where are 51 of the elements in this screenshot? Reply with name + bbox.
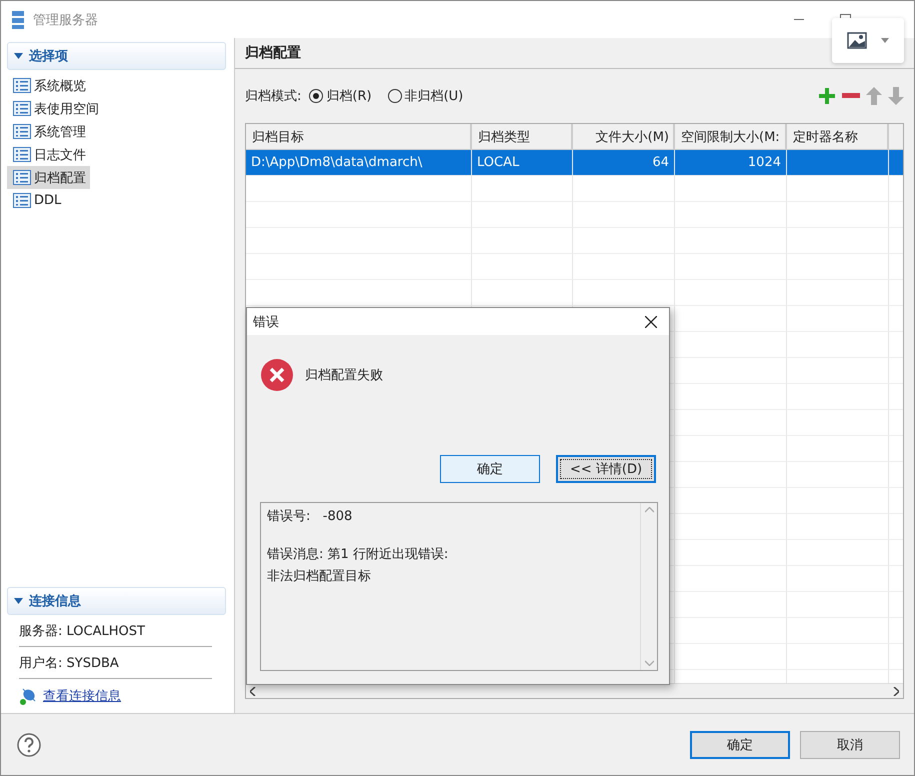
sidebar-item[interactable]: DDL	[7, 189, 66, 212]
panel-title: 归档配置	[245, 44, 301, 62]
image-menu-button[interactable]	[832, 18, 904, 63]
close-icon[interactable]	[645, 316, 657, 328]
remove-icon[interactable]	[842, 93, 860, 99]
dialog-button[interactable]: << 详情(D)	[556, 455, 656, 483]
mode-radio[interactable]: 非归档(U)	[388, 87, 464, 105]
dialog-button[interactable]: 确定	[440, 455, 540, 483]
mode-radio[interactable]: 归档(R)	[309, 87, 372, 105]
list-icon	[13, 101, 31, 116]
table-row[interactable]: D:\App\Dm8\data\dmarch\ LOCAL 64 1024	[246, 150, 903, 176]
help-icon[interactable]	[17, 732, 41, 756]
footer-button[interactable]: 取消	[800, 730, 900, 758]
scroll-left-icon[interactable]	[250, 686, 256, 696]
collapse-icon[interactable]	[14, 598, 23, 604]
list-icon	[13, 124, 31, 139]
scroll-up-icon[interactable]	[644, 507, 654, 513]
sidebar-item[interactable]: 系统概览	[7, 74, 90, 97]
info-text: 用户名: SYSDBA	[19, 654, 119, 672]
connection-icon	[19, 687, 37, 705]
up-arrow-icon[interactable]	[866, 87, 882, 105]
caret-icon	[881, 38, 889, 43]
section-header[interactable]: 连接信息	[7, 587, 226, 615]
scroll-right-icon[interactable]	[893, 686, 899, 696]
sidebar-item[interactable]: 表使用空间	[7, 97, 103, 120]
section-header[interactable]: 选择项	[7, 42, 226, 70]
server-icon	[11, 10, 25, 30]
details-line: 错误消息: 第1 行附近出现错误:	[267, 546, 450, 563]
mode-label: 归档模式:	[245, 88, 302, 105]
dialog-title: 错误	[253, 314, 279, 330]
sidebar-item[interactable]: 日志文件	[7, 143, 90, 166]
error-icon	[261, 359, 293, 391]
error-number: 错误号: -808	[267, 508, 354, 525]
list-icon	[13, 78, 31, 93]
list-icon	[13, 193, 31, 208]
image-icon	[847, 32, 867, 49]
window-title: 管理服务器	[33, 12, 98, 28]
details-line: 非法归档配置目标	[267, 568, 372, 585]
down-arrow-icon[interactable]	[888, 87, 904, 105]
connection-info-link[interactable]: 查看连接信息	[43, 687, 121, 705]
sidebar-item[interactable]: 归档配置	[7, 166, 90, 189]
scroll-down-icon[interactable]	[644, 660, 654, 666]
sidebar-item[interactable]: 系统管理	[7, 120, 90, 143]
info-text: 服务器: LOCALHOST	[19, 622, 145, 640]
collapse-icon[interactable]	[14, 53, 23, 59]
list-icon	[13, 147, 31, 162]
minimize-icon[interactable]	[794, 18, 804, 20]
footer-button[interactable]: 确定	[690, 730, 790, 758]
list-icon	[13, 170, 31, 185]
error-message: 归档配置失败	[305, 367, 383, 384]
add-icon[interactable]	[818, 87, 836, 105]
